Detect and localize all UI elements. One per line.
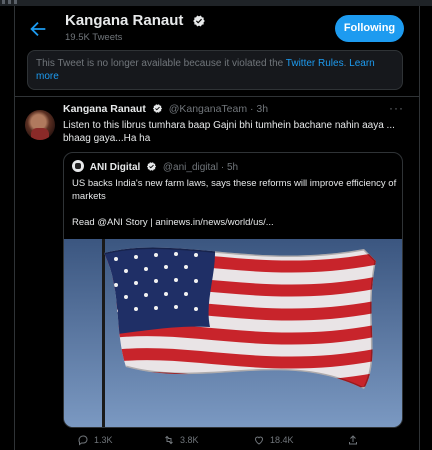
back-arrow-icon[interactable] xyxy=(27,18,49,40)
violation-notice: This Tweet is no longer available becaus… xyxy=(27,50,403,90)
verified-badge-icon xyxy=(146,161,157,175)
profile-header: Kangana Ranaut 19.5K Tweets Following xyxy=(15,6,419,50)
tweet-time[interactable]: · 3h xyxy=(250,103,268,115)
reply-button[interactable]: 1.3K xyxy=(77,434,113,446)
quoted-tweet[interactable]: ANI Digital @ani_digital · 5h US backs I… xyxy=(63,152,403,428)
divider xyxy=(15,96,419,97)
us-flag-image[interactable] xyxy=(64,239,402,427)
verified-badge-icon xyxy=(192,14,206,32)
tweet-header: Kangana Ranaut @KanganaTeam · 3h xyxy=(63,103,268,117)
share-button[interactable] xyxy=(347,434,359,446)
retweet-button[interactable]: 3.8K xyxy=(163,434,199,446)
reply-icon xyxy=(78,435,88,446)
notice-text: This Tweet is no longer available becaus… xyxy=(36,58,286,69)
twitter-rules-link[interactable]: Twitter Rules xyxy=(286,58,344,69)
twitter-app: Kangana Ranaut 19.5K Tweets Following Th… xyxy=(0,6,432,450)
more-options-icon[interactable]: ··· xyxy=(389,101,404,115)
like-count: 18.4K xyxy=(270,435,294,445)
tweet-text: Listen to this librus tumhara baap Gajni… xyxy=(63,120,395,144)
quote-author-name: ANI Digital xyxy=(89,162,141,173)
heart-icon xyxy=(254,436,264,445)
tweet-count: 19.5K Tweets xyxy=(65,32,123,43)
tweet-actions: 1.3K 3.8K 18.4K xyxy=(63,434,403,450)
avatar[interactable] xyxy=(25,110,55,140)
profile-name: Kangana Ranaut xyxy=(65,12,184,29)
quote-header: ANI Digital @ani_digital · 5h xyxy=(72,160,238,175)
tweet-author-name[interactable]: Kangana Ranaut xyxy=(63,103,146,115)
quote-author-handle: @ani_digital xyxy=(162,162,219,173)
timeline-column: Kangana Ranaut 19.5K Tweets Following Th… xyxy=(14,6,420,450)
tweet-author-handle[interactable]: @KanganaTeam xyxy=(169,103,247,115)
verified-badge-icon xyxy=(152,103,163,117)
reply-count: 1.3K xyxy=(94,435,113,445)
quote-text: US backs India's new farm laws, says the… xyxy=(72,178,397,202)
quote-avatar xyxy=(72,160,84,172)
like-button[interactable]: 18.4K xyxy=(253,434,294,446)
quote-time: · 5h xyxy=(220,162,239,173)
window-dots xyxy=(2,0,32,4)
page-title: Kangana Ranaut xyxy=(65,12,206,32)
quote-link-line: Read @ANI Story | aninews.in/news/world/… xyxy=(72,217,274,228)
retweet-count: 3.8K xyxy=(180,435,199,445)
share-icon xyxy=(349,435,357,445)
retweet-icon xyxy=(165,435,173,445)
following-button[interactable]: Following xyxy=(335,15,404,42)
